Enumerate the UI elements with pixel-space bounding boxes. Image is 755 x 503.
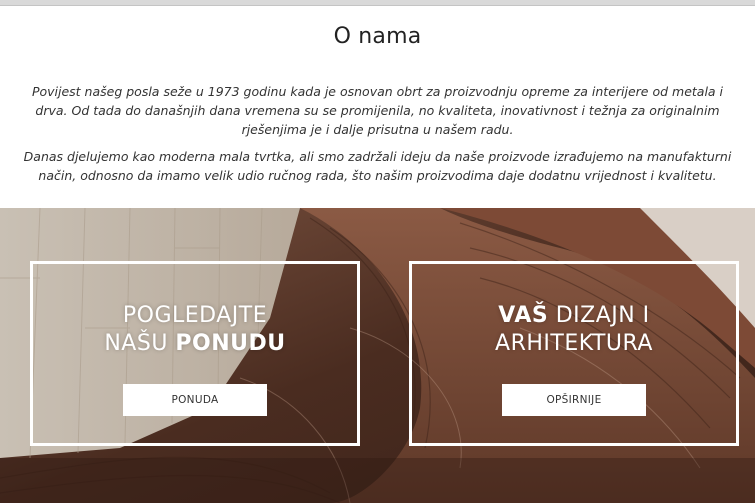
page-title: O nama: [333, 24, 422, 49]
offer-card-title: POGLEDAJTE NAŠU PONUDU: [33, 302, 357, 358]
about-section: O nama Povijest našeg posla seže u 1973 …: [0, 6, 755, 208]
more-button[interactable]: OPŠIRNIJE: [502, 384, 646, 416]
offer-card-title-line2: NAŠU: [104, 331, 176, 356]
page: O nama Povijest našeg posla seže u 1973 …: [0, 0, 755, 503]
offer-button[interactable]: PONUDA: [123, 384, 267, 416]
design-card-title-line2: ARHITEKTURA: [495, 331, 653, 356]
offer-card-title-emphasis: PONUDU: [175, 331, 286, 356]
design-card-title-emphasis: VAŠ: [498, 303, 549, 328]
design-card: VAŠ DIZAJN I ARHITEKTURA OPŠIRNIJE: [409, 261, 739, 446]
about-paragraph-history: Povijest našeg posla seže u 1973 godinu …: [31, 84, 724, 137]
offer-card: POGLEDAJTE NAŠU PONUDU PONUDA: [30, 261, 360, 446]
hero-banner: POGLEDAJTE NAŠU PONUDU PONUDA VAŠ DIZAJN…: [0, 208, 755, 503]
design-card-title-line1: DIZAJN I: [548, 303, 650, 328]
about-paragraph-today: Danas djelujemo kao moderna mala tvrtka,…: [23, 149, 732, 183]
offer-card-title-line1: POGLEDAJTE: [122, 303, 268, 328]
design-card-title: VAŠ DIZAJN I ARHITEKTURA: [412, 302, 736, 358]
